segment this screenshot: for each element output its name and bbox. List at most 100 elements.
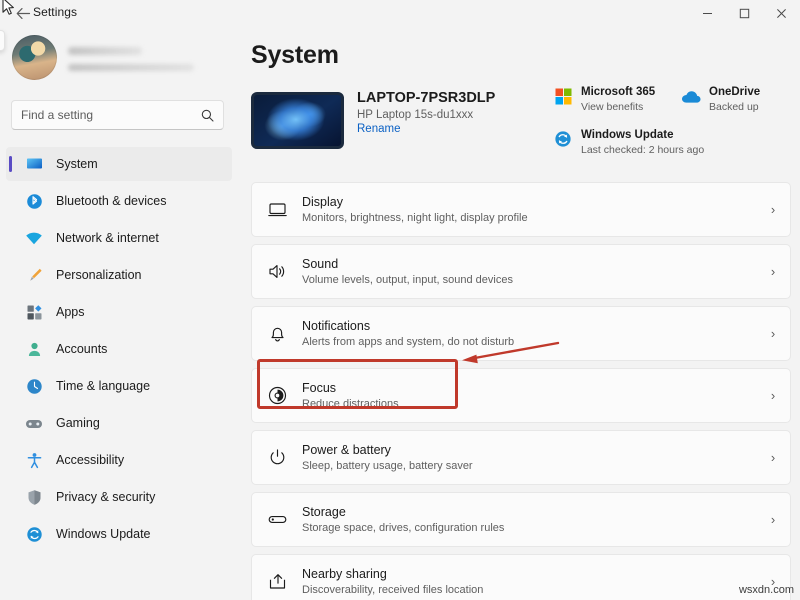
settings-row-sound[interactable]: Sound Volume levels, output, input, soun… <box>251 244 791 299</box>
status-card-onedrive[interactable]: OneDrive Backed up <box>681 85 760 114</box>
maximize-button[interactable] <box>726 0 763 27</box>
status-card-text: Microsoft 365 View benefits <box>581 85 655 114</box>
sidebar-item-accounts[interactable]: Accounts <box>6 332 232 366</box>
settings-row-text: Power & battery Sleep, battery usage, ba… <box>302 442 756 474</box>
settings-row-title: Power & battery <box>302 442 756 458</box>
search-input[interactable]: Find a setting <box>11 100 224 130</box>
sidebar-item-windows-update[interactable]: Windows Update <box>6 517 232 551</box>
sidebar-item-personalization[interactable]: Personalization <box>6 258 232 292</box>
sidebar-item-bluetooth-devices[interactable]: Bluetooth & devices <box>6 184 232 218</box>
status-card-row-top: Microsoft 365 View benefits OneDrive Bac… <box>553 85 793 128</box>
account-block[interactable] <box>12 35 194 80</box>
settings-row-text: Focus Reduce distractions <box>302 380 756 412</box>
settings-row-title: Sound <box>302 256 756 272</box>
settings-window: Settings ck Fin <box>0 0 800 600</box>
device-thumbnail <box>251 92 344 149</box>
minimize-button[interactable] <box>689 0 726 27</box>
sidebar-item-label: Personalization <box>56 268 141 282</box>
sidebar-item-label: Gaming <box>56 416 100 430</box>
storage-icon <box>264 507 290 533</box>
page-title: System <box>251 41 339 70</box>
settings-row-subtitle: Monitors, brightness, night light, displ… <box>302 211 756 226</box>
settings-row-text: Sound Volume levels, output, input, soun… <box>302 256 756 288</box>
main-content: System LAPTOP-7PSR3DLP HP Laptop 15s-du1… <box>238 27 800 600</box>
title-bar: Settings <box>0 0 800 27</box>
speaker-icon <box>264 259 290 285</box>
sidebar-item-system[interactable]: System <box>6 147 232 181</box>
rename-link[interactable]: Rename <box>357 123 495 135</box>
settings-row-focus[interactable]: Focus Reduce distractions › <box>251 368 791 423</box>
sidebar-item-network-internet[interactable]: Network & internet <box>6 221 232 255</box>
focus-icon <box>264 383 290 409</box>
sidebar-item-label: Privacy & security <box>56 490 155 504</box>
avatar <box>12 35 57 80</box>
shield-icon <box>24 487 44 507</box>
status-card-title: Microsoft 365 <box>581 85 655 99</box>
sidebar-item-time-language[interactable]: Time & language <box>6 369 232 403</box>
settings-row-subtitle: Discoverability, received files location <box>302 583 756 598</box>
gamepad-icon <box>24 413 44 433</box>
close-button[interactable] <box>763 0 800 27</box>
settings-row-subtitle: Reduce distractions <box>302 397 756 412</box>
settings-row-notifications[interactable]: Notifications Alerts from apps and syste… <box>251 306 791 361</box>
person-icon <box>24 339 44 359</box>
account-text <box>68 44 194 71</box>
status-card-subtitle: Last checked: 2 hours ago <box>581 143 704 157</box>
brush-icon <box>24 265 44 285</box>
status-card-windows-update[interactable]: Windows Update Last checked: 2 hours ago <box>553 128 793 157</box>
sidebar-item-label: Bluetooth & devices <box>56 194 167 208</box>
sidebar-item-accessibility[interactable]: Accessibility <box>6 443 232 477</box>
settings-row-subtitle: Storage space, drives, configuration rul… <box>302 521 756 536</box>
monitor-icon <box>24 154 44 174</box>
status-card-microsoft-365[interactable]: Microsoft 365 View benefits <box>553 85 681 114</box>
chevron-right-icon: › <box>756 450 790 465</box>
sidebar: Find a setting <box>0 27 238 600</box>
settings-row-subtitle: Alerts from apps and system, do not dist… <box>302 335 756 350</box>
search-placeholder: Find a setting <box>21 108 201 122</box>
chevron-right-icon: › <box>756 326 790 341</box>
sidebar-item-label: Time & language <box>56 379 150 393</box>
sidebar-item-label: Network & internet <box>56 231 159 245</box>
settings-row-title: Storage <box>302 504 756 520</box>
settings-row-storage[interactable]: Storage Storage space, drives, configura… <box>251 492 791 547</box>
status-card-subtitle: Backed up <box>709 100 760 114</box>
sidebar-item-label: Apps <box>56 305 85 319</box>
sidebar-item-gaming[interactable]: Gaming <box>6 406 232 440</box>
update-icon <box>24 524 44 544</box>
wifi-icon <box>24 228 44 248</box>
device-name: LAPTOP-7PSR3DLP <box>357 90 495 106</box>
settings-row-subtitle: Sleep, battery usage, battery saver <box>302 459 756 474</box>
settings-row-text: Notifications Alerts from apps and syste… <box>302 318 756 350</box>
settings-row-title: Notifications <box>302 318 756 334</box>
settings-row-nearby-sharing[interactable]: Nearby sharing Discoverability, received… <box>251 554 791 600</box>
chevron-right-icon: › <box>756 388 790 403</box>
status-cards: Microsoft 365 View benefits OneDrive Bac… <box>553 85 793 171</box>
apps-icon <box>24 302 44 322</box>
settings-row-display[interactable]: Display Monitors, brightness, night ligh… <box>251 182 791 237</box>
sidebar-item-label: System <box>56 157 98 171</box>
settings-list: Display Monitors, brightness, night ligh… <box>251 182 791 600</box>
back-button-tooltip: ck <box>0 30 5 51</box>
sidebar-item-apps[interactable]: Apps <box>6 295 232 329</box>
microsoft-logo-icon <box>553 86 573 106</box>
power-icon <box>264 445 290 471</box>
update-icon <box>553 129 573 149</box>
share-icon <box>264 569 290 595</box>
chevron-right-icon: › <box>756 264 790 279</box>
watermark: wsxdn.com <box>739 584 794 596</box>
status-card-subtitle: View benefits <box>581 100 655 114</box>
settings-row-title: Nearby sharing <box>302 566 756 582</box>
status-card-text: OneDrive Backed up <box>709 85 760 114</box>
bell-icon <box>264 321 290 347</box>
accessibility-icon <box>24 450 44 470</box>
settings-row-power-battery[interactable]: Power & battery Sleep, battery usage, ba… <box>251 430 791 485</box>
bluetooth-icon <box>24 191 44 211</box>
sidebar-item-label: Accessibility <box>56 453 124 467</box>
status-card-text: Windows Update Last checked: 2 hours ago <box>581 128 704 157</box>
sidebar-item-privacy-security[interactable]: Privacy & security <box>6 480 232 514</box>
settings-row-title: Focus <box>302 380 756 396</box>
chevron-right-icon: › <box>756 202 790 217</box>
status-card-title: Windows Update <box>581 128 704 142</box>
app-title: Settings <box>33 5 77 19</box>
mouse-cursor <box>2 0 15 21</box>
